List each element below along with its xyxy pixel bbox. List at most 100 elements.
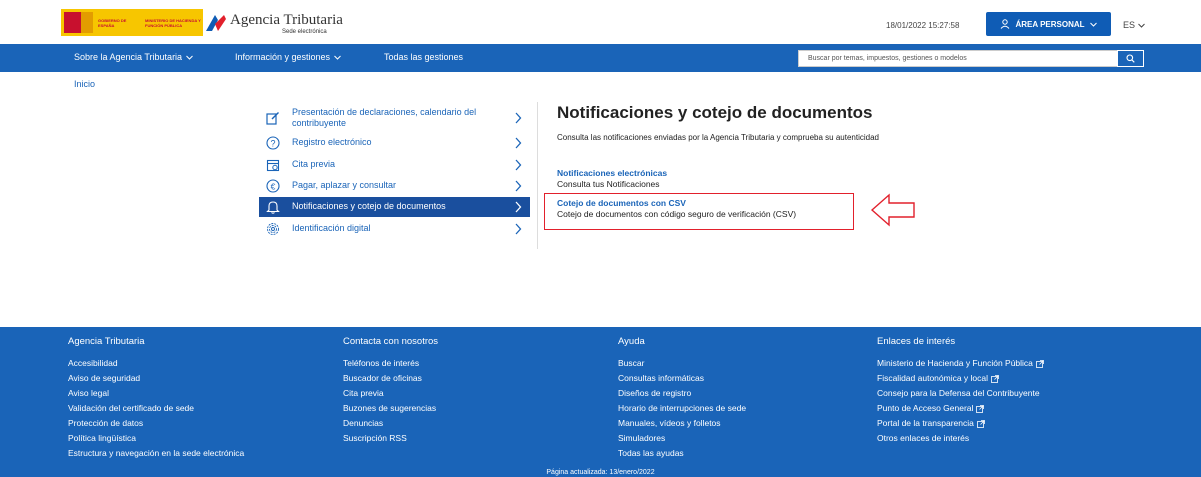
footer-link[interactable]: Otros enlaces de interés [877, 431, 1044, 446]
menu-item-label: Presentación de declaraciones, calendari… [292, 107, 477, 128]
footer-link[interactable]: Simuladores [618, 431, 746, 446]
chevron-down-icon [1089, 22, 1097, 27]
nav-todas-gestiones[interactable]: Todas las gestiones [384, 52, 463, 62]
footer-link-external[interactable]: Portal de la transparencia [877, 416, 1044, 431]
footer-column-enlaces: Enlaces de interés Ministerio de Haciend… [877, 336, 1044, 446]
fingerprint-icon [265, 221, 281, 237]
footer-column-agencia: Agencia Tributaria Accesibilidad Aviso d… [68, 336, 244, 461]
calendar-icon [265, 157, 281, 173]
footer-link-label: Ministerio de Hacienda y Función Pública [877, 358, 1033, 368]
chevron-right-icon [515, 112, 522, 124]
search-input[interactable]: Buscar por temas, impuestos, gestiones o… [798, 50, 1118, 67]
footer-link[interactable]: Protección de datos [68, 416, 244, 431]
footer-link[interactable]: Buscar [618, 356, 746, 371]
footer-link-external[interactable]: Ministerio de Hacienda y Función Pública [877, 356, 1044, 371]
current-date: 18/01/2022 15:27:58 [886, 21, 960, 30]
svg-text:€: € [271, 181, 276, 191]
menu-item-label: Identificación digital [292, 223, 371, 233]
footer-link[interactable]: Denuncias [343, 416, 438, 431]
menu-item-presentacion[interactable]: Presentación de declaraciones, calendari… [259, 104, 530, 132]
external-link-icon [976, 404, 985, 413]
area-personal-button[interactable]: ÁREA PERSONAL [986, 12, 1111, 36]
chevron-right-icon [515, 201, 522, 213]
footer-link-label: Punto de Acceso General [877, 403, 974, 413]
footer-link[interactable]: Consejo para la Defensa del Contribuyent… [877, 386, 1044, 401]
nav-informacion-gestiones[interactable]: Información y gestiones [235, 52, 341, 62]
footer-heading: Contacta con nosotros [343, 336, 439, 347]
footer-link[interactable]: Accesibilidad [68, 356, 244, 371]
page-updated-note: Página actualizada: 13/enero/2022 [546, 469, 655, 476]
footer-link[interactable]: Aviso legal [68, 386, 244, 401]
footer-link[interactable]: Validación del certificado de sede [68, 401, 244, 416]
edit-icon [265, 110, 281, 126]
footer-link[interactable]: Cita previa [343, 386, 438, 401]
chevron-down-icon [334, 55, 341, 60]
footer-link[interactable]: Aviso de seguridad [68, 371, 244, 386]
menu-item-registro[interactable]: ? Registro electrónico [259, 134, 530, 151]
footer-link[interactable]: Estructura y navegación en la sede elect… [68, 446, 244, 461]
footer-heading: Agencia Tributaria [68, 336, 145, 347]
footer-link[interactable]: Teléfonos de interés [343, 356, 438, 371]
footer-link[interactable]: Política lingüística [68, 431, 244, 446]
chevron-right-icon [515, 159, 522, 171]
menu-item-label: Pagar, aplazar y consultar [292, 180, 397, 190]
nav-label: Información y gestiones [235, 52, 331, 62]
gov-logo-text: GOBIERNO DE ESPAÑA [98, 18, 127, 28]
language-selector[interactable]: ES [1123, 20, 1145, 30]
agency-title[interactable]: Agencia Tributaria [230, 12, 343, 29]
external-link-icon [976, 419, 985, 428]
footer-link-label: Fiscalidad autonómica y local [877, 373, 989, 383]
footer-link[interactable]: Buzones de sugerencias [343, 401, 438, 416]
footer-link[interactable]: Todas las ayudas [618, 446, 746, 461]
menu-item-pagar[interactable]: € Pagar, aplazar y consultar [259, 177, 530, 194]
footer-link-label: Portal de la transparencia [877, 418, 974, 428]
footer-link-label: Otros enlaces de interés [877, 433, 970, 443]
menu-item-label: Notificaciones y cotejo de documentos [292, 201, 446, 211]
agency-subtitle: Sede electrónica [282, 29, 327, 35]
external-link-icon [1036, 359, 1044, 368]
agencia-tributaria-logo-icon[interactable] [204, 11, 228, 35]
euro-icon: € [265, 178, 281, 194]
page-title: Notificaciones y cotejo de documentos [557, 103, 873, 122]
site-footer: Agencia Tributaria Accesibilidad Aviso d… [0, 327, 1201, 477]
footer-column-ayuda: Ayuda Buscar Consultas informáticas Dise… [618, 336, 746, 461]
menu-item-cita-previa[interactable]: Cita previa [259, 156, 530, 173]
footer-link-external[interactable]: Punto de Acceso General [877, 401, 1044, 416]
search-button[interactable] [1117, 50, 1144, 67]
nav-label: Todas las gestiones [384, 52, 464, 62]
footer-link[interactable]: Consultas informáticas [618, 371, 746, 386]
menu-item-identificacion[interactable]: Identificación digital [259, 220, 530, 237]
ministry-logo-text: MINISTERIO DE HACIENDA Y FUNCIÓN PÚBLICA [145, 18, 201, 28]
external-link-icon [991, 374, 999, 383]
highlight-box [544, 193, 854, 230]
footer-link[interactable]: Horario de interrupciones de sede [618, 401, 746, 416]
menu-item-label: Cita previa [292, 159, 336, 169]
footer-link-external[interactable]: Fiscalidad autonómica y local [877, 371, 1044, 386]
site-header: GOBIERNO DE ESPAÑA MINISTERIO DE HACIEND… [0, 0, 1201, 44]
chevron-right-icon [515, 180, 522, 192]
area-personal-label: ÁREA PERSONAL [1015, 19, 1085, 29]
content-divider [537, 102, 538, 249]
footer-heading: Enlaces de interés [877, 336, 956, 347]
footer-link[interactable]: Manuales, vídeos y folletos [618, 416, 746, 431]
spain-flag-icon [64, 12, 81, 33]
footer-column-contacta: Contacta con nosotros Teléfonos de inter… [343, 336, 438, 446]
footer-link[interactable]: Suscripción RSS [343, 431, 438, 446]
footer-link[interactable]: Buscador de oficinas [343, 371, 438, 386]
chevron-right-icon [515, 137, 522, 149]
breadcrumb[interactable]: Inicio [74, 79, 95, 89]
link-notificaciones-electronicas[interactable]: Notificaciones electrónicas [557, 168, 667, 178]
nav-label: Sobre la Agencia Tributaria [74, 52, 183, 62]
footer-link-label: Consejo para la Defensa del Contribuyent… [877, 388, 1040, 398]
question-icon: ? [265, 135, 281, 151]
footer-link[interactable]: Diseños de registro [618, 386, 746, 401]
chevron-right-icon [515, 223, 522, 235]
menu-item-notificaciones[interactable]: Notificaciones y cotejo de documentos [259, 197, 530, 217]
arrow-left-icon [870, 193, 915, 227]
coat-of-arms-icon [81, 12, 93, 33]
user-icon [1001, 19, 1010, 29]
language-label: ES [1123, 20, 1136, 30]
government-logo[interactable]: GOBIERNO DE ESPAÑA MINISTERIO DE HACIEND… [61, 9, 203, 36]
nav-sobre-agencia[interactable]: Sobre la Agencia Tributaria [74, 52, 193, 62]
menu-item-label: Registro electrónico [292, 137, 372, 147]
